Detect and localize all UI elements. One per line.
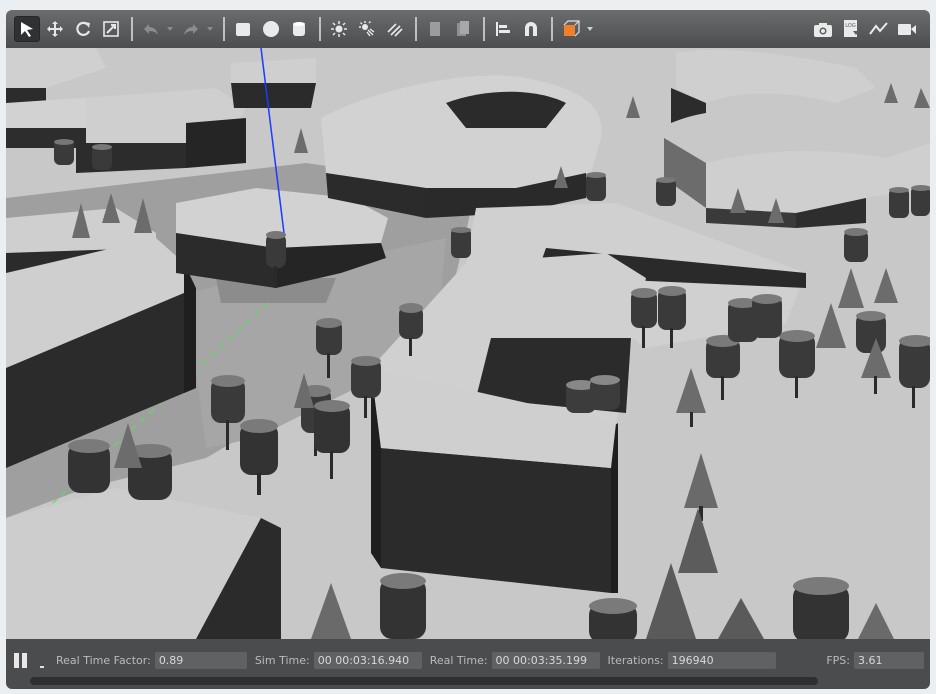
scale-mode-button[interactable]	[98, 16, 124, 42]
change-view-angle-button[interactable]	[558, 16, 584, 42]
toolbar-separator	[551, 17, 553, 41]
cylinder-shape-icon	[293, 22, 305, 36]
plot-icon	[869, 22, 888, 35]
status-bar: Real Time Factor: 0.89 Sim Time: 00 00:0…	[6, 639, 930, 689]
step-icon	[40, 666, 44, 668]
log-button[interactable]: LOG	[838, 16, 864, 42]
tree	[911, 185, 930, 216]
tree	[586, 172, 606, 201]
horizontal-scrollbar[interactable]	[30, 677, 818, 685]
copy-button[interactable]	[422, 16, 448, 42]
translate-mode-button[interactable]	[42, 16, 68, 42]
step-button[interactable]	[36, 652, 48, 668]
insert-sphere-button[interactable]	[258, 16, 284, 42]
copy-icon	[430, 22, 440, 36]
real-time-label: Real Time:	[429, 653, 488, 667]
translate-icon	[47, 21, 63, 37]
insert-point-light-button[interactable]	[326, 16, 352, 42]
sphere-shape-icon	[263, 21, 279, 37]
spot-light-icon	[359, 21, 375, 37]
undo-button[interactable]	[138, 16, 164, 42]
toolbar: LOG	[6, 10, 930, 48]
view-angle-dropdown[interactable]	[586, 16, 594, 42]
chevron-down-icon	[587, 27, 593, 31]
status-row: Real Time Factor: 0.89 Sim Time: 00 00:0…	[6, 649, 930, 671]
undo-icon	[144, 24, 158, 35]
tree	[844, 228, 868, 262]
real-time-value: 00 00:03:35.199	[491, 651, 600, 669]
sim-time-label: Sim Time:	[254, 653, 310, 667]
insert-box-button[interactable]	[230, 16, 256, 42]
paste-button[interactable]	[450, 16, 476, 42]
tree	[451, 227, 471, 258]
insert-directional-light-button[interactable]	[382, 16, 408, 42]
tree	[752, 294, 782, 338]
log-icon: LOG	[844, 20, 859, 37]
view-angle-icon	[563, 20, 580, 37]
rotate-mode-button[interactable]	[70, 16, 96, 42]
redo-history-dropdown[interactable]	[206, 16, 214, 42]
fps-value: 3.61	[854, 651, 924, 669]
iterations-value: 196940	[667, 651, 776, 669]
redo-icon	[184, 24, 198, 35]
play-pause-button[interactable]	[14, 652, 30, 668]
building-side	[231, 83, 316, 108]
screenshot-button[interactable]	[810, 16, 836, 42]
tree	[656, 177, 676, 206]
record-video-button[interactable]	[894, 16, 920, 42]
scene-render[interactable]	[6, 48, 930, 639]
sim-time-value: 00 00:03:16.940	[313, 651, 422, 669]
tree	[589, 598, 637, 639]
building-side	[381, 448, 611, 593]
redo-button[interactable]	[178, 16, 204, 42]
real-time-factor-label: Real Time Factor:	[56, 653, 151, 667]
point-light-icon	[331, 21, 347, 37]
toolbar-separator	[131, 17, 133, 41]
snap-button[interactable]	[518, 16, 544, 42]
align-icon	[496, 22, 510, 36]
real-time-factor-value: 0.89	[154, 651, 247, 669]
svg-text:LOG: LOG	[845, 23, 856, 29]
tree	[68, 439, 110, 493]
gazebo-window: LOG Real Time Factor: 0.89 Sim Time: 00 …	[0, 0, 936, 694]
tree	[889, 187, 909, 218]
snap-icon	[525, 22, 537, 36]
record-video-icon	[898, 24, 916, 35]
toolbar-separator	[319, 17, 321, 41]
toolbar-separator	[415, 17, 417, 41]
chevron-down-icon	[207, 27, 213, 31]
tree	[380, 573, 426, 639]
undo-history-dropdown[interactable]	[166, 16, 174, 42]
iterations-label: Iterations:	[607, 653, 664, 667]
insert-spot-light-button[interactable]	[354, 16, 380, 42]
plot-button[interactable]	[866, 16, 892, 42]
screenshot-camera-icon	[814, 23, 832, 37]
building-side	[186, 118, 246, 168]
box-shape-icon	[236, 23, 250, 36]
scene-viewport[interactable]	[6, 48, 930, 639]
rotate-icon	[76, 21, 91, 36]
fps-label: FPS:	[826, 653, 850, 667]
tree	[590, 375, 620, 410]
select-mode-button[interactable]	[14, 16, 40, 42]
select-arrow-icon	[21, 22, 33, 37]
directional-light-icon	[387, 23, 403, 37]
toolbar-separator	[223, 17, 225, 41]
insert-cylinder-button[interactable]	[286, 16, 312, 42]
pause-icon	[14, 652, 19, 668]
tree	[92, 144, 112, 170]
tree	[856, 311, 886, 353]
tree	[793, 577, 849, 639]
paste-icon	[457, 21, 469, 36]
align-button[interactable]	[490, 16, 516, 42]
toolbar-separator	[483, 17, 485, 41]
chevron-down-icon	[167, 27, 173, 31]
tree	[54, 139, 74, 165]
scale-icon	[103, 21, 119, 37]
